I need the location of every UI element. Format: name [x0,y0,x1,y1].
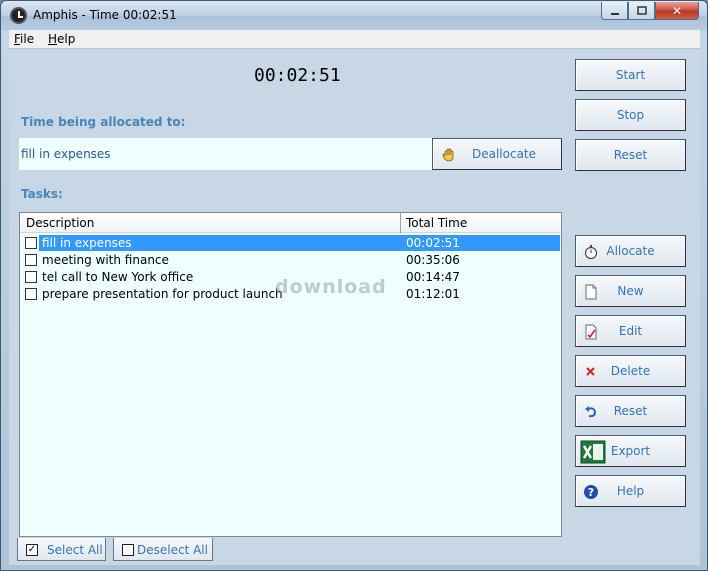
task-description: fill in expenses [42,236,132,250]
task-row[interactable]: meeting with finance 00:35:06 [20,252,561,269]
task-total-time: 01:12:01 [406,287,460,301]
deallocate-button[interactable]: Deallocate [432,138,562,170]
help-button[interactable]: ? Help [575,475,686,507]
main-panel: 00:02:51 Time being allocated to: fill i… [9,49,700,565]
task-checkbox[interactable] [25,271,37,283]
minimize-button[interactable] [601,2,628,20]
select-all-label: Select All [47,543,103,557]
watermark: download [275,276,387,298]
window-title: Amphis - Time 00:02:51 [33,8,177,22]
start-label: Start [615,68,646,82]
svg-text:?: ? [588,486,594,499]
help-label: Help [616,484,645,498]
task-checkbox[interactable] [25,288,37,300]
reset-timer-button[interactable]: Reset [575,139,686,171]
delete-x-icon [586,367,595,376]
stopwatch-icon [584,245,598,260]
task-checkbox[interactable] [25,237,37,249]
minimize-icon [610,12,619,15]
close-icon: ✕ [671,3,683,18]
task-total-time: 00:14:47 [406,270,460,284]
excel-icon [580,440,606,464]
stop-label: Stop [616,108,645,122]
allocation-label: Time being allocated to: [21,115,186,129]
elapsed-timer: 00:02:51 [254,65,341,86]
new-task-button[interactable]: New [575,275,686,307]
edit-task-button[interactable]: Edit [575,315,686,347]
allocated-task-field: fill in expenses [19,138,433,170]
hand-icon [442,148,454,162]
maximize-icon [636,5,647,15]
column-header-total-time[interactable]: Total Time [406,216,467,230]
start-button[interactable]: Start [575,59,686,91]
menu-file[interactable]: File [14,32,34,46]
task-list[interactable]: Description Total Time fill in expenses … [19,212,562,537]
stop-button[interactable]: Stop [575,99,686,131]
window-controls: ✕ [601,2,699,20]
maximize-button[interactable] [628,2,655,20]
allocate-label: Allocate [606,244,655,258]
undo-icon [585,406,597,418]
delete-task-label: Delete [610,364,651,378]
menu-bar: File Help [9,30,700,49]
reset-task-button[interactable]: Reset [575,395,686,427]
close-button[interactable]: ✕ [655,2,699,20]
clock-icon[interactable] [10,7,27,24]
menu-help[interactable]: Help [48,32,75,46]
app-window: Amphis - Time 00:02:51 ✕ File Help 00:02… [0,0,708,571]
reset-timer-label: Reset [613,148,648,162]
allocated-task-name: fill in expenses [21,147,111,161]
column-divider[interactable] [400,213,401,233]
edit-document-icon [585,324,597,340]
task-description: tel call to New York office [42,270,194,284]
help-icon: ? [584,485,598,499]
deselect-all-label: Deselect All [137,543,208,557]
edit-task-label: Edit [618,324,643,338]
export-button[interactable]: Export [575,435,686,467]
tasks-label: Tasks: [21,187,63,201]
deallocate-label: Deallocate [471,147,537,161]
allocate-button[interactable]: Allocate [575,235,686,267]
new-document-icon [585,284,597,300]
task-total-time: 00:02:51 [406,236,460,250]
task-row[interactable]: fill in expenses 00:02:51 [20,235,561,252]
task-checkbox[interactable] [25,254,37,266]
task-description: prepare presentation for product launch [42,287,283,301]
select-all-button[interactable]: ✓ Select All [17,538,106,561]
task-list-header: Description Total Time [20,213,561,233]
title-bar[interactable]: Amphis - Time 00:02:51 ✕ [1,1,707,31]
deselect-all-button[interactable]: Deselect All [113,538,213,561]
new-task-label: New [617,284,644,298]
select-all-checkbox: ✓ [26,544,38,556]
export-label: Export [610,444,651,458]
delete-task-button[interactable]: Delete [575,355,686,387]
column-header-description[interactable]: Description [26,216,94,230]
deselect-all-checkbox [122,544,134,556]
task-total-time: 00:35:06 [406,253,460,267]
reset-task-label: Reset [613,404,648,418]
task-description: meeting with finance [42,253,169,267]
